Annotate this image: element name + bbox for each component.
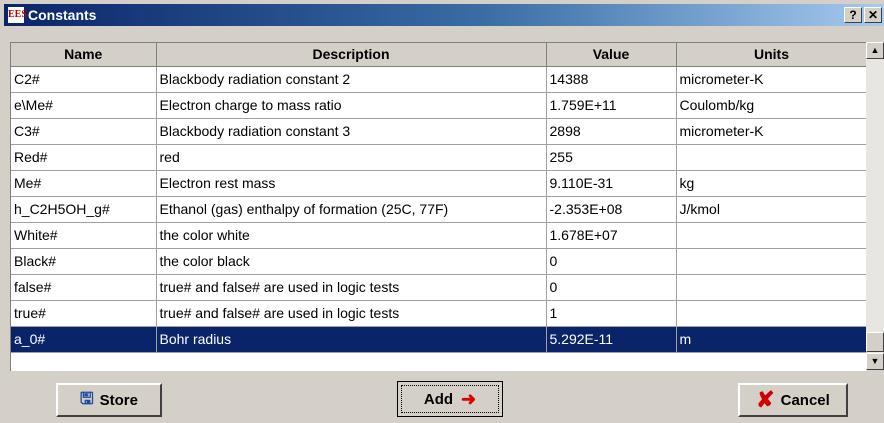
cell-units[interactable]	[676, 144, 867, 171]
cell-name[interactable]: White#	[11, 222, 157, 249]
red-x-icon: ✘	[756, 387, 775, 412]
cell-name[interactable]: C3#	[11, 118, 157, 145]
cell-description[interactable]: Blackbody radiation constant 2	[156, 66, 547, 93]
cell-value[interactable]: -2.353E+08	[546, 196, 677, 223]
cell-value[interactable]: 9.110E-31	[546, 170, 677, 197]
cell-units[interactable]	[676, 248, 867, 275]
cell-name[interactable]: Red#	[11, 144, 157, 171]
right-arrow-icon: ➜	[461, 389, 477, 409]
cell-name[interactable]: false#	[11, 274, 157, 301]
cell-value[interactable]: 0	[546, 274, 677, 301]
cell-description[interactable]: Bohr radius	[156, 326, 547, 353]
cell-description[interactable]: Blackbody radiation constant 3	[156, 118, 547, 145]
cell-description[interactable]: the color black	[156, 248, 547, 275]
table-row[interactable]: true# true# and false# are used in logic …	[11, 300, 867, 327]
table-row[interactable]: e\Me# Electron charge to mass ratio 1.759E…	[11, 92, 867, 119]
cell-name[interactable]: C2#	[11, 66, 157, 93]
cell-value[interactable]: 255	[546, 144, 677, 171]
cell-value[interactable]: 5.292E-11	[546, 326, 677, 353]
add-label: Add	[423, 390, 454, 408]
add-button-focus: Add ➜	[401, 385, 499, 413]
vertical-scrollbar[interactable]: ▲ ▼	[866, 42, 884, 370]
constants-dialog: EES Constants ? ✕ Name Description Value…	[0, 0, 884, 423]
table-row[interactable]: White# the color white 1.678E+07	[11, 222, 867, 249]
ees-app-icon: EES	[8, 7, 27, 23]
cell-description[interactable]: Electron rest mass	[156, 170, 547, 197]
cancel-label: Cancel	[780, 391, 830, 409]
table-row[interactable]: h_C2H5OH_g# Ethanol (gas) enthalpy of for…	[11, 196, 867, 223]
table-row[interactable]: Red# red 255	[11, 144, 867, 171]
cell-value[interactable]: 2898	[546, 118, 677, 145]
cell-units[interactable]: J/kmol	[676, 196, 867, 223]
store-label: Store	[99, 391, 138, 409]
cell-units[interactable]: kg	[676, 170, 867, 197]
scroll-thumb[interactable]	[866, 332, 884, 352]
constants-table: Name Description Value Units C2# Blackbod…	[10, 42, 867, 371]
help-button[interactable]: ?	[844, 7, 862, 23]
add-button[interactable]: Add ➜	[397, 381, 503, 417]
table-row[interactable]: Me# Electron rest mass 9.110E-31 kg	[11, 170, 867, 197]
cell-units[interactable]	[676, 300, 867, 327]
cell-value[interactable]: 1	[546, 300, 677, 327]
cell-name[interactable]: true#	[11, 300, 157, 327]
cell-units[interactable]	[676, 222, 867, 249]
table-row[interactable]: Black# the color black 0	[11, 248, 867, 275]
table-row[interactable]: false# true# and false# are used in logic…	[11, 274, 867, 301]
column-header-name[interactable]: Name	[11, 43, 157, 67]
cell-name[interactable]: a_0#	[11, 326, 157, 353]
close-button[interactable]: ✕	[864, 7, 882, 23]
floppy-disk-icon: 🖫	[80, 391, 94, 408]
column-header-units[interactable]: Units	[676, 43, 867, 67]
scroll-down-icon[interactable]: ▼	[866, 353, 884, 370]
cell-name[interactable]: e\Me#	[11, 92, 157, 119]
cell-description[interactable]: red	[156, 144, 547, 171]
cell-description[interactable]: the color white	[156, 222, 547, 249]
table-row[interactable]: C2# Blackbody radiation constant 2 14388 mi…	[11, 66, 867, 93]
cell-value[interactable]: 14388	[546, 66, 677, 93]
cell-units[interactable]: micrometer-K	[676, 66, 867, 93]
cancel-button[interactable]: ✘ Cancel	[738, 383, 848, 417]
title-bar[interactable]: EES Constants ? ✕	[4, 4, 884, 26]
cell-name[interactable]: h_C2H5OH_g#	[11, 196, 157, 223]
table-row[interactable]: C3# Blackbody radiation constant 3 2898 mic…	[11, 118, 867, 145]
window-title: Constants	[28, 7, 97, 23]
cell-value[interactable]: 0	[546, 248, 677, 275]
cell-description[interactable]: Electron charge to mass ratio	[156, 92, 547, 119]
cell-description[interactable]: true# and false# are used in logic tests	[156, 300, 547, 327]
cell-units[interactable]: micrometer-K	[676, 118, 867, 145]
table-row[interactable]: a_0# Bohr radius 5.292E-11 m	[11, 326, 867, 353]
cell-name[interactable]: Black#	[11, 248, 157, 275]
column-header-description[interactable]: Description	[156, 43, 547, 67]
cell-value[interactable]: 1.759E+11	[546, 92, 677, 119]
table-header-row: Name Description Value Units	[11, 43, 867, 67]
cell-name[interactable]: Me#	[11, 170, 157, 197]
cell-units[interactable]	[676, 274, 867, 301]
cell-description[interactable]: true# and false# are used in logic tests	[156, 274, 547, 301]
cell-value[interactable]: 1.678E+07	[546, 222, 677, 249]
scroll-up-icon[interactable]: ▲	[866, 42, 884, 59]
cell-units[interactable]: m	[676, 326, 867, 353]
cell-description[interactable]: Ethanol (gas) enthalpy of formation (25C…	[156, 196, 547, 223]
cell-units[interactable]: Coulomb/kg	[676, 92, 867, 119]
store-button[interactable]: 🖫 Store	[56, 383, 162, 417]
column-header-value[interactable]: Value	[546, 43, 677, 67]
